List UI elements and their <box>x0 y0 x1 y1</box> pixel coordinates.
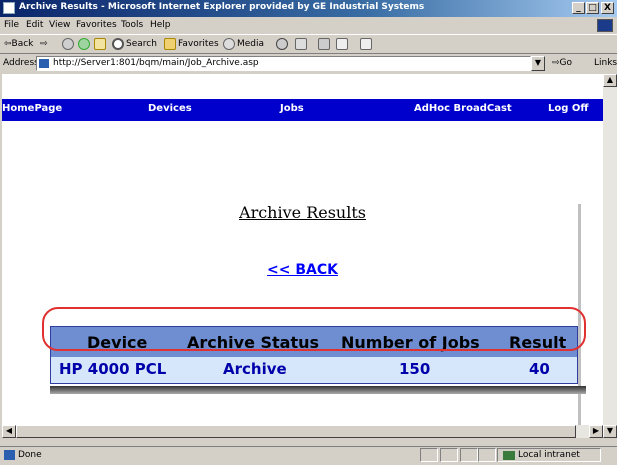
horizontal-scroll-thumb[interactable] <box>16 425 576 438</box>
nav-homepage[interactable]: HomePage <box>2 103 62 114</box>
header-highlight-annotation <box>42 307 586 351</box>
windows-logo-icon <box>597 19 613 32</box>
horizontal-scrollbar[interactable]: ◀ ▶ <box>2 425 603 438</box>
address-input[interactable]: http://Server1:801/bqm/main/Job_Archive.… <box>36 56 531 71</box>
cell-result: 40 <box>529 360 550 378</box>
status-cell <box>440 448 458 462</box>
back-button[interactable]: ⇦Back <box>4 39 33 49</box>
address-label: Address <box>3 58 39 68</box>
cell-device: HP 4000 PCL <box>59 360 167 378</box>
close-button[interactable]: X <box>601 2 614 14</box>
menu-file[interactable]: File <box>4 20 19 30</box>
intranet-icon <box>503 451 515 460</box>
vertical-scrollbar[interactable]: ▲ ▼ <box>603 74 617 438</box>
nav-devices[interactable]: Devices <box>148 103 192 114</box>
table-row: HP 4000 PCL Archive 150 40 <box>51 357 577 383</box>
site-nav-bar: HomePage Devices Jobs AdHoc BroadCast Lo… <box>2 99 603 121</box>
status-cell <box>420 448 438 462</box>
address-url[interactable]: http://Server1:801/bqm/main/Job_Archive.… <box>53 58 259 68</box>
menu-favorites[interactable]: Favorites <box>76 20 117 30</box>
maximize-button[interactable]: □ <box>586 2 599 14</box>
go-arrow-icon: ⇨ <box>552 58 560 68</box>
history-icon[interactable] <box>276 38 288 50</box>
links-button[interactable]: Links <box>594 58 617 68</box>
mail-icon[interactable] <box>295 38 307 50</box>
favorites-button[interactable]: Favorites <box>178 39 219 49</box>
discuss-icon[interactable] <box>360 38 372 50</box>
window-title: Archive Results - Microsoft Internet Exp… <box>19 2 425 12</box>
media-icon[interactable] <box>223 38 235 50</box>
cell-number-of-jobs: 150 <box>399 360 431 378</box>
status-text: Done <box>18 450 42 460</box>
cell-archive-status: Archive <box>223 360 287 378</box>
page-icon <box>39 59 49 68</box>
security-zone-label: Local intranet <box>518 450 580 460</box>
toolbar: ⇦Back ⇨ Search Favorites Media <box>0 34 617 54</box>
page-done-icon <box>4 450 15 460</box>
menu-help[interactable]: Help <box>150 20 171 30</box>
menu-view[interactable]: View <box>49 20 70 30</box>
nav-adhoc-broadcast[interactable]: AdHoc BroadCast <box>414 103 512 114</box>
nav-jobs[interactable]: Jobs <box>280 103 304 114</box>
ie-page-icon <box>3 2 15 14</box>
nav-log-off[interactable]: Log Off <box>548 103 588 114</box>
search-button[interactable]: Search <box>126 39 157 49</box>
status-cell <box>478 448 496 462</box>
title-bar: Archive Results - Microsoft Internet Exp… <box>0 0 617 17</box>
back-link[interactable]: << BACK <box>2 262 603 278</box>
page-title: Archive Results <box>239 203 366 222</box>
page-viewport: HomePage Devices Jobs AdHoc BroadCast Lo… <box>2 74 603 438</box>
go-button[interactable]: ⇨Go <box>552 58 572 68</box>
address-dropdown-button[interactable]: ▼ <box>531 56 545 71</box>
scroll-left-button[interactable]: ◀ <box>2 425 16 438</box>
status-cell <box>460 448 478 462</box>
forward-button[interactable]: ⇨ <box>40 39 48 49</box>
scroll-right-button[interactable]: ▶ <box>589 425 603 438</box>
refresh-icon[interactable] <box>78 38 90 50</box>
scroll-down-button[interactable]: ▼ <box>603 425 617 438</box>
media-button[interactable]: Media <box>237 39 264 49</box>
menu-tools[interactable]: Tools <box>121 20 143 30</box>
edit-icon[interactable] <box>336 38 348 50</box>
stop-icon[interactable] <box>62 38 74 50</box>
menu-edit[interactable]: Edit <box>26 20 43 30</box>
favorites-icon[interactable] <box>164 38 176 50</box>
scroll-up-button[interactable]: ▲ <box>603 74 617 87</box>
table-shadow <box>50 386 586 394</box>
minimize-button[interactable]: _ <box>572 2 585 14</box>
home-icon[interactable] <box>94 38 106 50</box>
go-label: Go <box>559 58 573 68</box>
print-icon[interactable] <box>318 38 330 50</box>
menu-bar: File Edit View Favorites Tools Help <box>0 17 617 34</box>
search-icon[interactable] <box>112 38 124 50</box>
